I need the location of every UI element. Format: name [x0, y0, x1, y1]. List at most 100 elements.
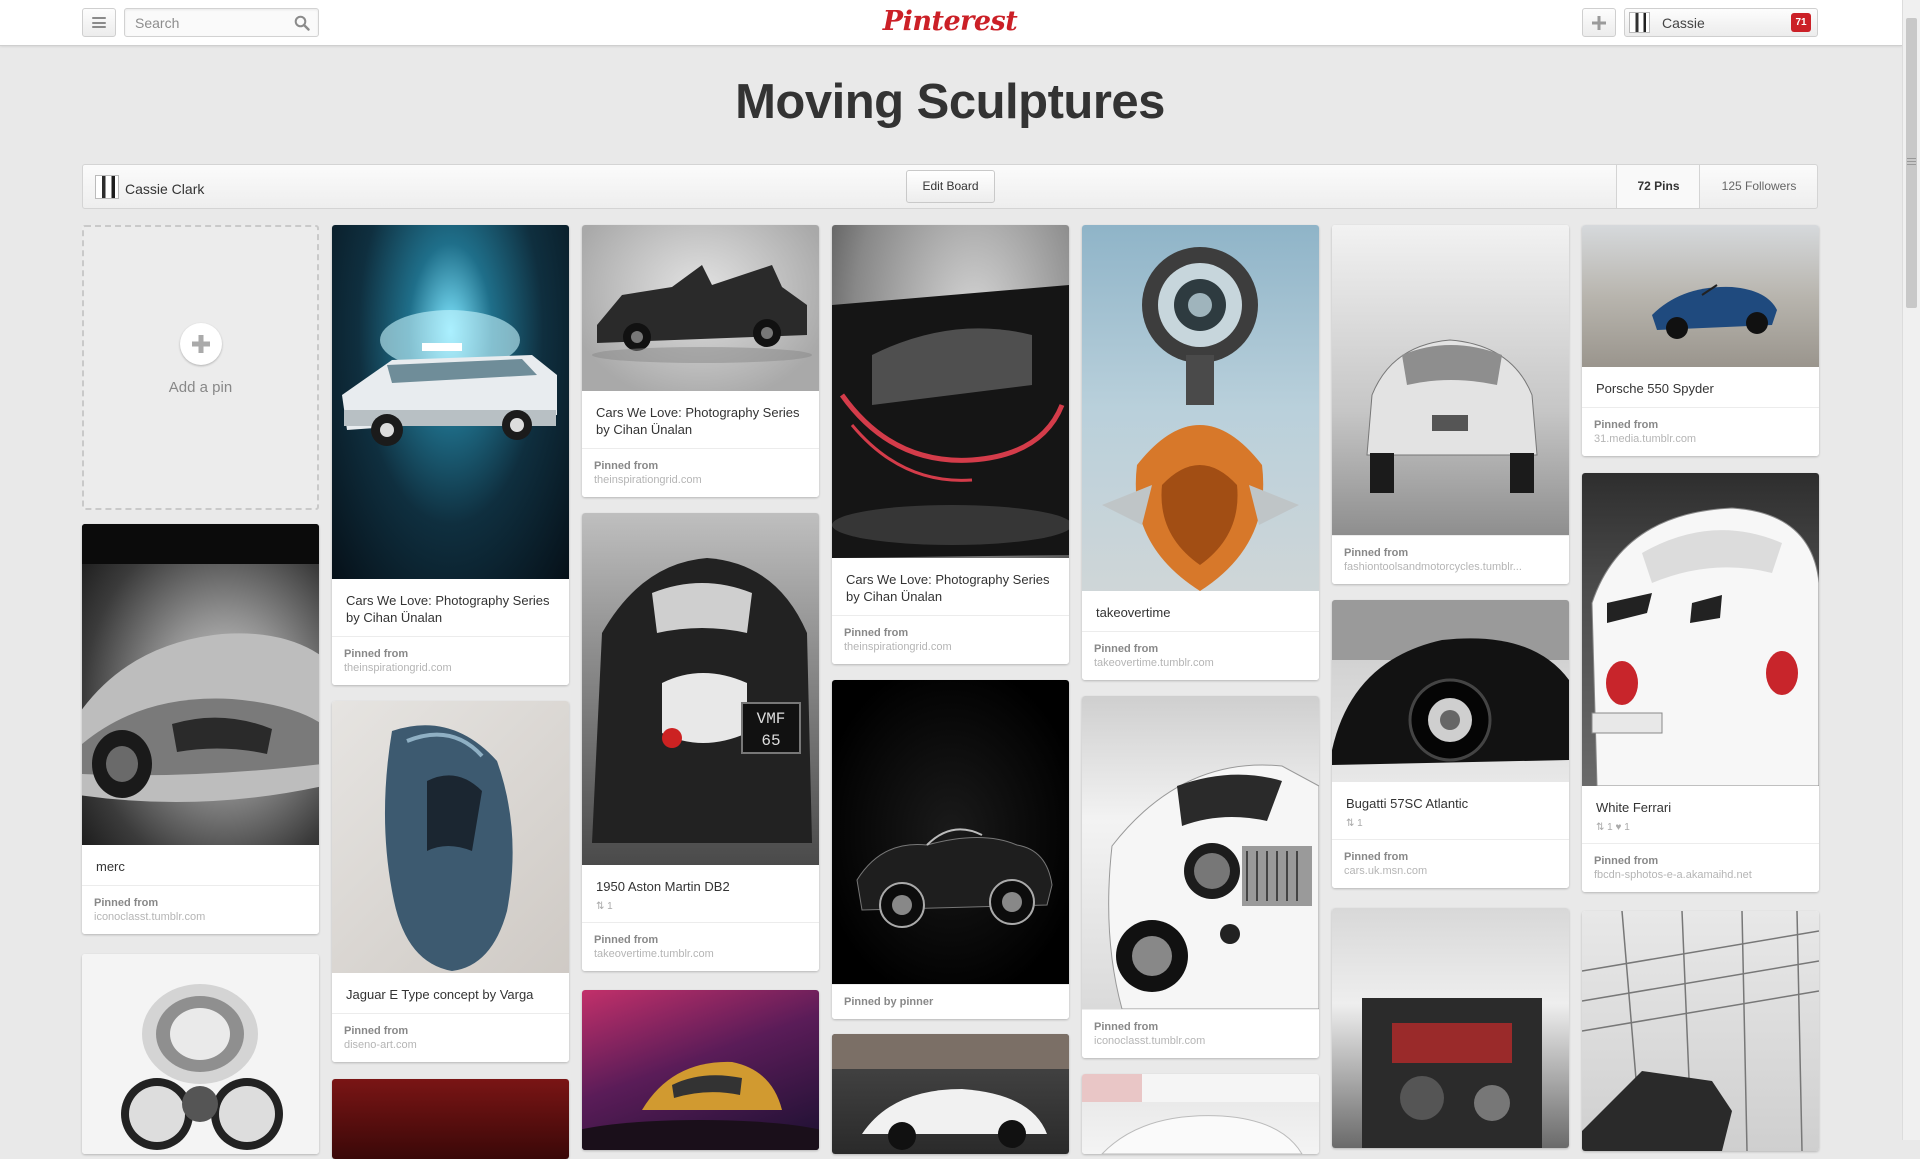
pin-card[interactable]: merc Pinned from iconoclasst.tumblr.com: [82, 524, 319, 934]
pin-card[interactable]: Porsche 550 Spyder Pinned from 31.media.…: [1582, 225, 1819, 456]
pin-image[interactable]: [1082, 696, 1319, 1009]
pin-image[interactable]: [1082, 225, 1319, 591]
pin-description: merc: [96, 859, 125, 874]
pin-card[interactable]: [582, 990, 819, 1150]
notification-badge[interactable]: 71: [1791, 13, 1811, 32]
pin-source[interactable]: Pinned from iconoclasst.tumblr.com: [1082, 1009, 1319, 1058]
pin-card[interactable]: Pinned from iconoclasst.tumblr.com: [1082, 696, 1319, 1058]
svg-text:VMF: VMF: [757, 710, 786, 728]
pin-card[interactable]: Bugatti 57SC Atlantic ⇅ 1 Pinned from ca…: [1332, 600, 1569, 888]
pin-source[interactable]: Pinned from fbcdn-sphotos-e-a.akamaihd.n…: [1582, 843, 1819, 892]
jaguar-photo: [384, 725, 513, 971]
source-domain-link[interactable]: cars.uk.msn.com: [1344, 864, 1557, 878]
pin-source[interactable]: Pinned from takeovertime.tumblr.com: [1082, 631, 1319, 680]
source-domain-link[interactable]: theinspirationgrid.com: [344, 661, 557, 675]
pin-card[interactable]: [1082, 1074, 1319, 1154]
pinned-from-label: Pinned from: [594, 934, 659, 946]
pin-source[interactable]: Pinned from theinspirationgrid.com: [582, 448, 819, 497]
pin-source[interactable]: Pinned from takeovertime.tumblr.com: [582, 922, 819, 971]
pin-card[interactable]: [1582, 911, 1819, 1151]
source-domain-link[interactable]: iconoclasst.tumblr.com: [94, 910, 307, 924]
pin-image[interactable]: [332, 1079, 569, 1159]
search-icon[interactable]: [294, 15, 310, 31]
pin-image[interactable]: [1332, 908, 1569, 1148]
pinterest-logo[interactable]: Pinterest: [880, 4, 1020, 40]
pin-source[interactable]: Pinned by pinner: [832, 984, 1069, 1019]
pin-image[interactable]: [832, 1034, 1069, 1154]
pinned-from-label: Pinned from: [1094, 1021, 1159, 1033]
white-ferrari-photo: [1591, 507, 1819, 786]
svg-text:65: 65: [761, 732, 780, 750]
pin-image[interactable]: [332, 225, 569, 579]
pin-image[interactable]: [1582, 225, 1819, 367]
pin-image[interactable]: [832, 225, 1069, 558]
search-input[interactable]: [125, 9, 295, 36]
pin-source[interactable]: Pinned from theinspirationgrid.com: [332, 636, 569, 685]
pinned-from-label: Pinned from: [1344, 851, 1409, 863]
pin-image[interactable]: VMF 65: [582, 513, 819, 865]
add-pin-card[interactable]: Add a pin: [82, 225, 319, 510]
user-menu-button[interactable]: Cassie 71: [1624, 8, 1818, 37]
search-box[interactable]: [124, 8, 319, 37]
pin-card[interactable]: White Ferrari ⇅ 1 ♥ 1 Pinned from fbcdn-…: [1582, 473, 1819, 892]
pin-card[interactable]: Pinned from fashiontoolsandmotorcycles.t…: [1332, 225, 1569, 584]
source-domain-link[interactable]: fashiontoolsandmotorcycles.tumblr...: [1344, 560, 1557, 574]
source-domain-link[interactable]: takeovertime.tumblr.com: [594, 947, 807, 961]
pin-description: Porsche 550 Spyder: [1596, 381, 1714, 396]
followers-count-tab[interactable]: 125 Followers: [1699, 165, 1818, 208]
source-domain-link[interactable]: theinspirationgrid.com: [844, 640, 1057, 654]
pin-card[interactable]: VMF 65 1950 Aston Martin DB2 ⇅ 1 Pinned …: [582, 513, 819, 971]
pins-count-tab[interactable]: 72 Pins: [1616, 165, 1700, 208]
page-scrollbar[interactable]: [1902, 0, 1920, 1140]
pin-card[interactable]: Pinned by pinner: [832, 680, 1069, 1019]
pin-image[interactable]: [582, 225, 819, 391]
concept-car-photo: [582, 1061, 819, 1150]
pin-card[interactable]: [1332, 908, 1569, 1148]
pin-source[interactable]: Pinned from cars.uk.msn.com: [1332, 839, 1569, 888]
pin-image[interactable]: [1332, 225, 1569, 535]
owner-avatar[interactable]: [95, 175, 119, 199]
pin-card[interactable]: takeovertime Pinned from takeovertime.tu…: [1082, 225, 1319, 680]
pin-image[interactable]: [1582, 473, 1819, 786]
pin-image[interactable]: [82, 524, 319, 845]
pin-card[interactable]: Cars We Love: Photography Series by Ciha…: [832, 225, 1069, 664]
pin-source[interactable]: Pinned from 31.media.tumblr.com: [1582, 407, 1819, 456]
source-domain-link[interactable]: theinspirationgrid.com: [594, 473, 807, 487]
pin-image[interactable]: [332, 701, 569, 973]
pin-card[interactable]: Cars We Love: Photography Series by Ciha…: [582, 225, 819, 497]
board-info-bar: Cassie Clark Edit Board 72 Pins 125 Foll…: [82, 164, 1818, 209]
source-domain-link[interactable]: iconoclasst.tumblr.com: [1094, 1034, 1307, 1048]
board-owner-link[interactable]: Cassie Clark: [125, 181, 204, 197]
pin-image[interactable]: [832, 680, 1069, 984]
pin-card[interactable]: [82, 954, 319, 1154]
pin-image[interactable]: [82, 954, 319, 1154]
source-domain-link[interactable]: fbcdn-sphotos-e-a.akamaihd.net: [1594, 868, 1807, 882]
edit-board-button[interactable]: Edit Board: [906, 170, 995, 203]
add-pin-button[interactable]: [180, 323, 222, 365]
pin-image[interactable]: [1332, 600, 1569, 782]
pin-card[interactable]: Jaguar E Type concept by Varga Pinned fr…: [332, 701, 569, 1062]
pin-source[interactable]: Pinned from fashiontoolsandmotorcycles.t…: [1332, 535, 1569, 584]
add-button[interactable]: [1582, 8, 1616, 37]
menu-button[interactable]: [82, 8, 116, 37]
source-domain-link[interactable]: 31.media.tumblr.com: [1594, 432, 1807, 446]
pin-image[interactable]: [1582, 911, 1819, 1151]
pin-source[interactable]: Pinned from theinspirationgrid.com: [832, 615, 1069, 664]
pin-source[interactable]: Pinned from iconoclasst.tumblr.com: [82, 885, 319, 934]
avatar: [1629, 12, 1650, 33]
pin-card[interactable]: [832, 1034, 1069, 1154]
engine-bay-photo: [1362, 998, 1542, 1148]
pinned-from-label: Pinned from: [344, 1025, 409, 1037]
pin-image[interactable]: [1082, 1074, 1319, 1154]
scrollbar-grip-icon: [1907, 158, 1916, 166]
nissan-z-photo: [832, 1034, 1069, 1150]
hamburger-icon: [92, 17, 106, 28]
source-domain-link[interactable]: takeovertime.tumblr.com: [1094, 656, 1307, 670]
pinned-from-label: Pinned from: [344, 648, 409, 660]
pin-source[interactable]: Pinned from diseno-art.com: [332, 1013, 569, 1062]
pin-description: Cars We Love: Photography Series by Ciha…: [596, 405, 800, 437]
pin-card[interactable]: Cars We Love: Photography Series by Ciha…: [332, 225, 569, 685]
source-domain-link[interactable]: diseno-art.com: [344, 1038, 557, 1052]
pin-image[interactable]: [582, 990, 819, 1150]
pin-card[interactable]: [332, 1079, 569, 1159]
